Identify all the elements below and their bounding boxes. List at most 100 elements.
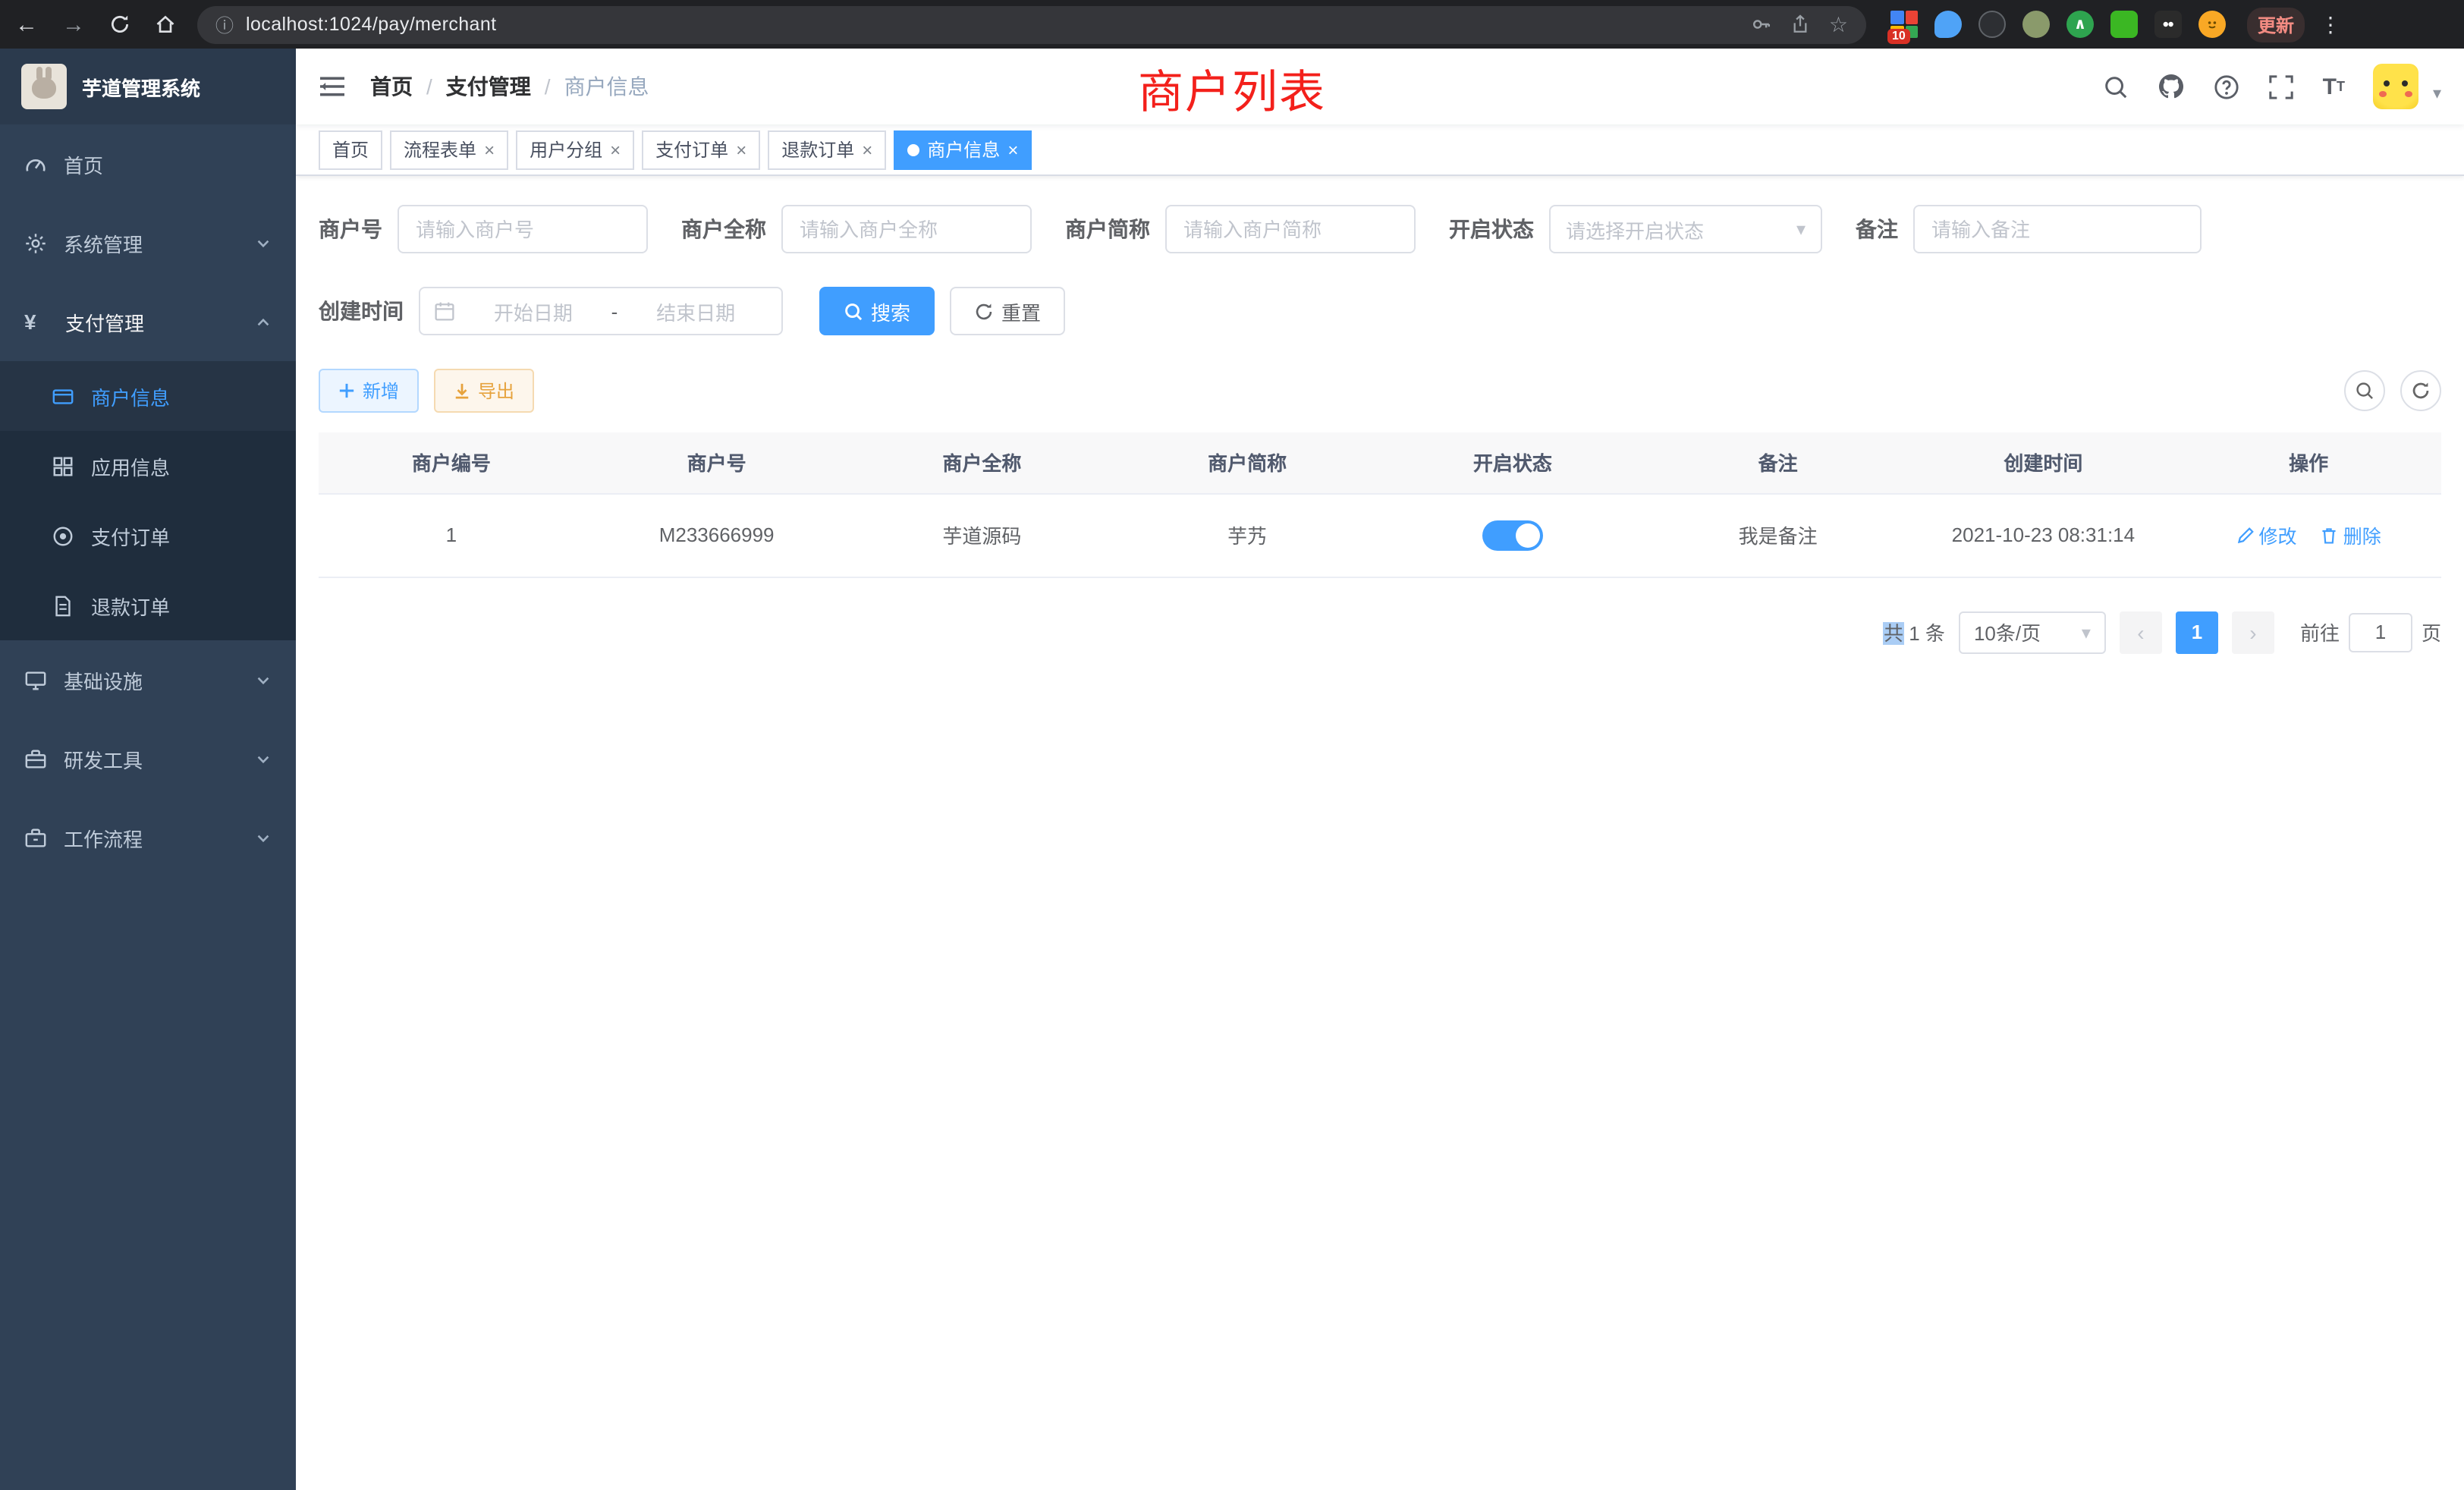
breadcrumb-home[interactable]: 首页 (370, 71, 413, 102)
page-size-select[interactable]: 10条/页 ▾ (1959, 611, 2106, 653)
browser-menu-icon[interactable]: ⋮ (2320, 11, 2341, 37)
help-icon[interactable] (2214, 74, 2239, 99)
remark-input[interactable] (1913, 205, 2202, 253)
sidebar-item-refund-order[interactable]: 退款订单 (0, 571, 296, 640)
share-icon[interactable] (1791, 14, 1811, 35)
tab-merchant-info[interactable]: 商户信息 × (894, 130, 1032, 169)
sidebar-item-home[interactable]: 首页 (0, 124, 296, 203)
sidebar-item-payment[interactable]: ¥ 支付管理 (0, 282, 296, 361)
goto-page-input[interactable] (2349, 612, 2412, 652)
font-size-icon[interactable]: TT (2323, 75, 2345, 98)
extension-fan-icon[interactable] (2154, 11, 2182, 38)
sidebar-item-merchant-info[interactable]: 商户信息 (0, 361, 296, 431)
avatar-caret-icon[interactable]: ▾ (2433, 83, 2441, 109)
forward-icon[interactable]: → (62, 13, 85, 36)
close-icon[interactable]: × (1007, 140, 1018, 159)
goto-prefix: 前往 (2300, 618, 2340, 646)
address-bar[interactable]: ⓘ localhost:1024/pay/merchant ☆ (197, 5, 1866, 43)
search-icon[interactable] (2103, 74, 2129, 99)
reset-button[interactable]: 重置 (950, 287, 1065, 335)
bookmark-star-icon[interactable]: ☆ (1829, 11, 1848, 37)
close-icon[interactable]: × (610, 140, 621, 159)
home-icon[interactable] (155, 14, 176, 35)
workflow-icon (24, 826, 47, 849)
sidebar-item-workflow[interactable]: 工作流程 (0, 798, 296, 877)
extension-drop-icon[interactable] (1934, 11, 1962, 38)
page-1-button[interactable]: 1 (2176, 611, 2218, 653)
create-time-range-picker[interactable]: 开始日期 - 结束日期 (419, 287, 783, 335)
cell-remark: 我是备注 (1645, 493, 1911, 577)
tab-home[interactable]: 首页 (319, 130, 382, 169)
close-icon[interactable]: × (736, 140, 746, 159)
short-name-input[interactable] (1165, 205, 1416, 253)
prev-page-button[interactable]: ‹ (2120, 611, 2162, 653)
full-name-label: 商户全称 (681, 214, 766, 244)
fullscreen-icon[interactable] (2268, 74, 2294, 99)
edit-link[interactable]: 修改 (2236, 520, 2296, 549)
chevron-down-icon: ▾ (1796, 218, 1806, 240)
merchant-no-input[interactable] (398, 205, 648, 253)
create-time-label: 创建时间 (319, 296, 404, 326)
grid-icon (52, 454, 74, 477)
refresh-button[interactable] (2400, 370, 2441, 411)
extension-green-circle-icon[interactable]: ∧ (2066, 11, 2094, 38)
status-toggle[interactable] (1482, 520, 1543, 550)
sidebar-item-app-info[interactable]: 应用信息 (0, 431, 296, 501)
full-name-input[interactable] (781, 205, 1032, 253)
sidebar-item-dev-tools[interactable]: 研发工具 (0, 719, 296, 798)
sidebar-item-system[interactable]: 系统管理 (0, 203, 296, 282)
breadcrumb-payment[interactable]: 支付管理 (446, 71, 531, 102)
close-icon[interactable]: × (862, 140, 872, 159)
password-key-icon[interactable] (1752, 14, 1773, 35)
monitor-icon (24, 668, 47, 691)
next-page-button[interactable]: › (2232, 611, 2274, 653)
app-logo[interactable]: 芋道管理系统 (0, 49, 296, 124)
delete-link[interactable]: 删除 (2321, 520, 2381, 549)
tab-label: 退款订单 (781, 137, 854, 162)
extension-dark-icon[interactable] (1978, 11, 2006, 38)
date-start-placeholder: 开始日期 (461, 297, 605, 325)
menu-label: 支付管理 (65, 307, 144, 336)
extension-avatar-icon[interactable] (2022, 11, 2050, 38)
tab-pay-order[interactable]: 支付订单 × (642, 130, 760, 169)
sidebar-item-pay-order[interactable]: 支付订单 (0, 501, 296, 571)
page-annotation: 商户列表 (1138, 55, 1326, 121)
tab-label: 支付订单 (655, 137, 728, 162)
breadcrumb-separator: / (545, 74, 551, 99)
back-icon[interactable]: ← (15, 13, 38, 36)
hamburger-icon[interactable] (319, 74, 346, 99)
github-icon[interactable] (2158, 73, 2185, 100)
total-prefix: 共 (1884, 622, 1903, 645)
export-button[interactable]: 导出 (434, 369, 534, 413)
add-button[interactable]: 新增 (319, 369, 419, 413)
toggle-search-button[interactable] (2344, 370, 2385, 411)
menu-label: 应用信息 (91, 451, 170, 480)
user-avatar[interactable] (2374, 64, 2419, 109)
pagination: 共 1 条 10条/页 ▾ ‹ 1 › 前往 页 (319, 611, 2441, 653)
tab-refund-order[interactable]: 退款订单 × (768, 130, 886, 169)
menu-label: 支付订单 (91, 521, 170, 550)
goto-suffix: 页 (2422, 618, 2441, 646)
table-header-row: 商户编号 商户号 商户全称 商户简称 开启状态 备注 创建时间 操作 (319, 432, 2441, 493)
tab-process-form[interactable]: 流程表单 × (390, 130, 508, 169)
status-select[interactable]: 请选择开启状态 ▾ (1549, 205, 1822, 253)
sidebar-item-infrastructure[interactable]: 基础设施 (0, 640, 296, 719)
status-placeholder: 请选择开启状态 (1566, 215, 1704, 244)
search-button[interactable]: 搜索 (819, 287, 935, 335)
extension-grid-icon[interactable]: 10 (1890, 11, 1918, 38)
tab-user-group[interactable]: 用户分组 × (516, 130, 634, 169)
close-icon[interactable]: × (484, 140, 495, 159)
col-status: 开启状态 (1380, 432, 1645, 493)
edit-label: 修改 (2258, 520, 2296, 549)
extension-emoji-icon[interactable] (2198, 11, 2226, 38)
chevron-down-icon (255, 829, 272, 846)
browser-update-button[interactable]: 更新 (2247, 7, 2305, 42)
site-info-icon[interactable]: ⓘ (215, 11, 234, 37)
calendar-icon (434, 300, 455, 322)
target-icon (52, 524, 74, 547)
screen: ← → ⓘ localhost:1024/pay/merchant ☆ (0, 0, 2464, 1490)
url-text[interactable]: localhost:1024/pay/merchant (246, 14, 496, 35)
reload-icon[interactable] (109, 14, 130, 35)
extension-notes-icon[interactable] (2110, 11, 2138, 38)
cell-actions: 修改 删除 (2176, 493, 2441, 577)
